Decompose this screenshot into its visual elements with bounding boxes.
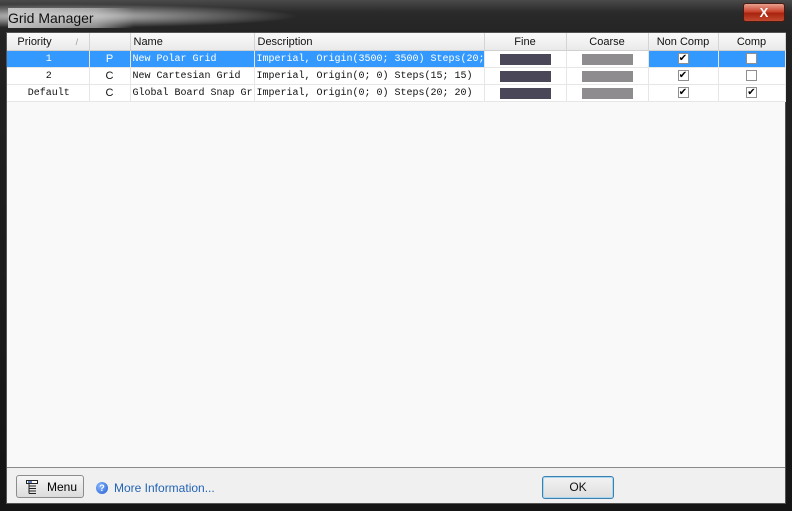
cell-fine[interactable] <box>484 67 567 85</box>
column-header-description[interactable]: Description <box>254 33 485 51</box>
column-header-non-comp[interactable]: Non Comp <box>648 33 719 51</box>
cell-non-comp: ✔ <box>648 84 719 102</box>
cell-priority[interactable]: 2 <box>7 67 90 85</box>
cell-type[interactable]: C <box>89 84 131 102</box>
cell-priority[interactable]: Default <box>7 84 90 102</box>
cell-description[interactable]: Imperial, Origin(0; 0) Steps(15; 15) <box>254 67 485 85</box>
cell-comp <box>718 67 786 85</box>
cell-type[interactable]: P <box>89 50 131 68</box>
cell-coarse[interactable] <box>566 67 649 85</box>
cell-priority[interactable]: 1 <box>7 50 90 68</box>
menu-list-icon <box>26 479 38 494</box>
cell-name[interactable]: New Cartesian Grid <box>130 67 255 85</box>
non-comp-checkbox[interactable]: ✔ <box>677 53 689 65</box>
column-header-coarse[interactable]: Coarse <box>566 33 649 51</box>
comp-checkbox[interactable] <box>746 70 757 82</box>
table-row[interactable]: 2 C New Cartesian Grid Imperial, Origin(0; … <box>7 67 786 85</box>
cell-fine[interactable] <box>484 50 567 68</box>
more-information-link[interactable]: More Information... <box>114 481 215 495</box>
ok-button[interactable]: OK <box>542 476 614 499</box>
comp-checkbox[interactable]: ✔ <box>746 87 757 99</box>
cell-non-comp: ✔ <box>648 67 719 85</box>
cell-name[interactable]: Global Board Snap Gr <box>130 84 255 102</box>
comp-checkbox[interactable] <box>746 53 757 65</box>
cell-comp: ✔ <box>718 84 786 102</box>
cell-fine[interactable] <box>484 84 567 102</box>
dialog-client: Priority / Name Description Fine Coarse N… <box>6 32 786 504</box>
coarse-color-swatch[interactable] <box>581 87 633 99</box>
cell-name[interactable]: New Polar Grid <box>130 50 255 68</box>
grid-manager-window: Grid Manager X Priority / Name Descriptio… <box>0 0 792 511</box>
sort-ascending-icon: / <box>75 36 79 47</box>
table-row[interactable]: 1 P New Polar Grid Imperial, Origin(3500; 3… <box>7 50 786 68</box>
non-comp-checkbox[interactable]: ✔ <box>677 70 689 82</box>
menu-button-label: Menu <box>47 479 78 494</box>
fine-color-swatch[interactable] <box>499 87 551 99</box>
cell-type[interactable]: C <box>89 67 131 85</box>
menu-button[interactable]: Menu <box>16 475 84 498</box>
help-icon[interactable]: ? <box>96 482 108 494</box>
close-icon: X <box>759 5 769 20</box>
close-button[interactable]: X <box>743 3 785 22</box>
column-header-name[interactable]: Name <box>130 33 255 51</box>
coarse-color-swatch[interactable] <box>581 70 633 82</box>
non-comp-checkbox[interactable]: ✔ <box>677 87 689 99</box>
window-title: Grid Manager <box>8 8 134 28</box>
grid-table: Priority / Name Description Fine Coarse N… <box>7 33 786 102</box>
grid-table-area: Priority / Name Description Fine Coarse N… <box>7 33 786 468</box>
column-header-comp[interactable]: Comp <box>718 33 786 51</box>
cell-coarse[interactable] <box>566 84 649 102</box>
column-header-priority[interactable]: Priority / <box>7 33 90 51</box>
column-header-type[interactable] <box>89 33 131 51</box>
column-header-fine[interactable]: Fine <box>484 33 567 51</box>
cell-description[interactable]: Imperial, Origin(0; 0) Steps(20; 20) <box>254 84 485 102</box>
fine-color-swatch[interactable] <box>499 53 551 65</box>
cell-non-comp: ✔ <box>648 50 719 68</box>
fine-color-swatch[interactable] <box>499 70 551 82</box>
cell-comp <box>718 50 786 68</box>
table-header: Priority / Name Description Fine Coarse N… <box>7 33 786 51</box>
cell-description[interactable]: Imperial, Origin(3500; 3500) Steps(20; <box>254 50 485 68</box>
table-row[interactable]: Default C Global Board Snap Gr Imperial, Or… <box>7 84 786 102</box>
coarse-color-swatch[interactable] <box>581 53 633 65</box>
cell-coarse[interactable] <box>566 50 649 68</box>
title-bar[interactable]: Grid Manager X <box>0 0 792 32</box>
